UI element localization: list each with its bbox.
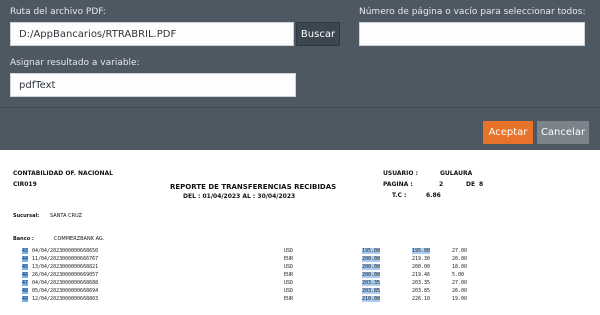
user-label: USUARIO : [383, 170, 418, 177]
row-index: 47 [22, 280, 29, 286]
page-of-label: DE [466, 181, 476, 188]
bank-value: COMMERZBANK AG. [54, 236, 105, 242]
row-amount: 200.00 [362, 256, 381, 262]
row-converted: 200.00 [412, 264, 431, 270]
row-amount: 195.00 [362, 248, 381, 254]
cancel-button[interactable]: Cancelar [537, 121, 589, 144]
row-amount: 200.00 [362, 264, 381, 270]
row-date: 26/04/2023 [32, 272, 63, 278]
tc-label: T.C : [392, 192, 407, 199]
row-reference: 000000668694 [62, 288, 99, 294]
row-converted: 219.46 [412, 272, 431, 278]
row-fee: 5.00 [452, 272, 465, 278]
row-index: 45 [22, 264, 29, 270]
row-currency: EUR [284, 296, 294, 302]
page-label: PAGINA : [383, 181, 413, 188]
bank-label: Banco : [13, 236, 34, 242]
assign-variable-input[interactable] [10, 73, 296, 97]
row-date: 04/04/2023 [32, 248, 63, 254]
row-date: 04/04/2023 [32, 280, 63, 286]
report-code: CIR019 [13, 181, 37, 188]
pdf-preview: CONTABILIDAD OF. NACIONAL CIR019 REPORTE… [0, 150, 600, 315]
row-currency: EUR [284, 272, 294, 278]
row-index: 48 [22, 288, 29, 294]
accept-button[interactable]: Aceptar [483, 121, 533, 144]
page-number-label: Número de página o vacío para selecciona… [359, 7, 586, 17]
row-fee: 18.00 [452, 264, 468, 270]
dialog-divider [0, 107, 600, 108]
row-currency: USD [284, 288, 294, 294]
row-amount: 200.00 [362, 272, 381, 278]
row-converted: 195.00 [412, 248, 431, 254]
row-currency: USD [284, 264, 294, 270]
row-converted: 226.10 [412, 296, 431, 302]
branch-value: SANTA CRUZ [50, 213, 83, 219]
row-currency: USD [284, 280, 294, 286]
row-index: 43 [22, 248, 29, 254]
row-fee: 20.00 [452, 256, 468, 262]
branch-label: Sucursal: [13, 213, 40, 219]
row-fee: 27.00 [452, 280, 468, 286]
row-currency: USD [284, 248, 294, 254]
browse-button[interactable]: Buscar [296, 22, 340, 46]
row-reference: 000000668803 [62, 296, 99, 302]
pdf-read-dialog: Ruta del archivo PDF: Buscar Número de p… [0, 0, 600, 150]
report-title: REPORTE DE TRANSFERENCIAS RECIBIDAS [170, 183, 337, 191]
row-amount: 210.00 [362, 296, 381, 302]
report-period: DEL : 01/04/2023 AL : 30/04/2023 [183, 193, 296, 200]
row-fee: 26.00 [452, 288, 468, 294]
row-reference: 000000668688 [62, 280, 99, 286]
row-converted: 219.30 [412, 256, 431, 262]
row-amount: 203.85 [362, 288, 381, 294]
row-reference: 000000669057 [62, 272, 99, 278]
report-org: CONTABILIDAD OF. NACIONAL [13, 170, 113, 177]
row-fee: 19.00 [452, 296, 468, 302]
page-total: 8 [479, 181, 484, 188]
row-date: 11/04/2023 [32, 256, 63, 262]
pdf-path-input[interactable] [10, 22, 294, 46]
row-currency: EUR [284, 256, 294, 262]
row-fee: 27.00 [452, 248, 468, 254]
row-reference: 000000666767 [62, 256, 99, 262]
tc-value: 6.86 [426, 192, 441, 199]
page-number-input[interactable] [359, 22, 585, 46]
row-converted: 203.85 [412, 288, 431, 294]
row-amount: 203.35 [362, 280, 381, 286]
row-date: 05/04/2023 [32, 288, 63, 294]
row-reference: 000000668650 [62, 248, 99, 254]
row-index: 46 [22, 272, 29, 278]
assign-variable-label: Asignar resultado a variable: [10, 58, 140, 68]
row-date: 13/04/2023 [32, 264, 63, 270]
user-value: GULAURA [440, 170, 473, 177]
row-converted: 203.35 [412, 280, 431, 286]
row-date: 12/04/2023 [32, 296, 63, 302]
row-reference: 000000668821 [62, 264, 99, 270]
pdf-path-label: Ruta del archivo PDF: [10, 7, 106, 17]
page-number: 2 [439, 181, 444, 188]
row-index: 44 [22, 256, 29, 262]
row-index: 49 [22, 296, 29, 302]
